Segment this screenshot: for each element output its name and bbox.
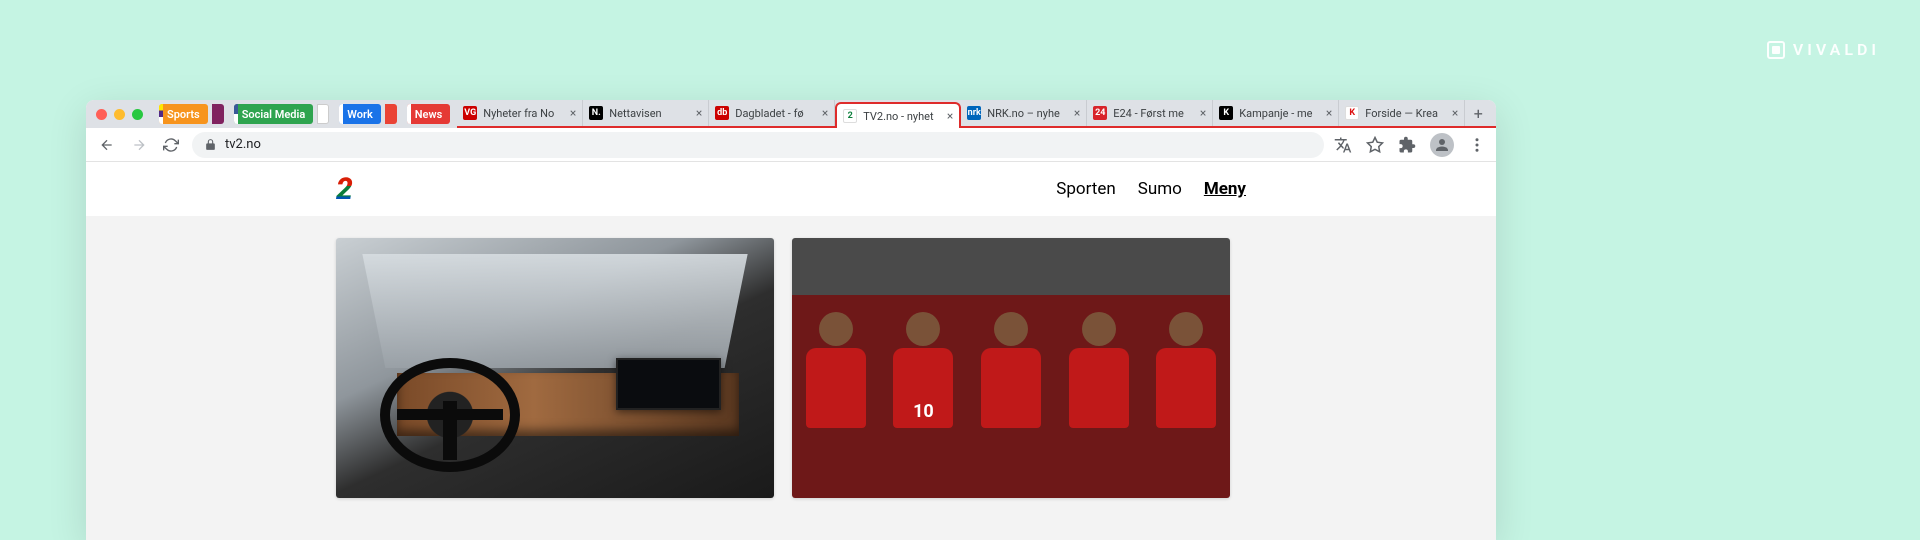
kebab-menu-icon[interactable] bbox=[1468, 136, 1486, 154]
bookmark-icon[interactable] bbox=[1366, 136, 1384, 154]
tab-title: Nettavisen bbox=[609, 107, 690, 120]
player: 10 bbox=[888, 312, 958, 498]
url-text: tv2.no bbox=[225, 137, 261, 152]
favicon-tv2: 2 bbox=[843, 109, 857, 123]
stack-peek-sports[interactable] bbox=[212, 104, 224, 124]
tabs-row: VG Nyheter fra No × N. Nettavisen × db Dagbla… bbox=[457, 100, 1496, 128]
favicon-kreativt: K bbox=[1345, 106, 1359, 120]
stack-peek-social[interactable] bbox=[317, 104, 329, 124]
article-card-football[interactable]: 10 bbox=[792, 238, 1230, 498]
address-bar-row: tv2.no bbox=[86, 128, 1496, 162]
tv2-logo[interactable]: 2 bbox=[336, 172, 353, 207]
tab-tv2-active[interactable]: 2 TV2.no - nyhet × bbox=[835, 102, 961, 128]
car-windshield bbox=[362, 254, 747, 368]
forward-button[interactable] bbox=[128, 134, 150, 156]
tab-stack-news[interactable]: News bbox=[407, 104, 450, 124]
close-tab-icon[interactable]: × bbox=[570, 106, 576, 120]
close-window-button[interactable] bbox=[96, 109, 107, 120]
close-tab-icon[interactable]: × bbox=[1326, 106, 1332, 120]
stack-label: Work bbox=[347, 108, 372, 121]
close-tab-icon[interactable]: × bbox=[1452, 106, 1458, 120]
tab-title: Nyheter fra No bbox=[483, 107, 564, 120]
tab-nettavisen[interactable]: N. Nettavisen × bbox=[583, 100, 709, 126]
lock-icon bbox=[204, 138, 217, 151]
favicon-dagbladet: db bbox=[715, 106, 729, 120]
close-tab-icon[interactable]: × bbox=[696, 106, 702, 120]
reload-button[interactable] bbox=[160, 134, 182, 156]
vivaldi-watermark: VIVALDI bbox=[1767, 40, 1880, 59]
jersey-number: 10 bbox=[893, 401, 953, 422]
tab-stack-work[interactable]: Work bbox=[339, 104, 380, 124]
vivaldi-text: VIVALDI bbox=[1793, 40, 1880, 59]
menu-meny[interactable]: Meny bbox=[1204, 179, 1246, 199]
toolbar-right bbox=[1334, 133, 1486, 157]
article-cards: 10 bbox=[86, 216, 1496, 498]
tab-stack-sports[interactable]: Sports bbox=[159, 104, 208, 124]
favicon-nettavisen: N. bbox=[589, 106, 603, 120]
player bbox=[801, 312, 871, 498]
tab-stack-social-media[interactable]: Social Media bbox=[234, 104, 314, 124]
vivaldi-icon bbox=[1767, 41, 1785, 59]
close-tab-icon[interactable]: × bbox=[1200, 106, 1206, 120]
tab-title: TV2.no - nyhet bbox=[863, 110, 941, 123]
menu-sporten[interactable]: Sporten bbox=[1056, 179, 1115, 199]
car-infotainment bbox=[616, 358, 721, 410]
tab-e24[interactable]: 24 E24 - Først me × bbox=[1087, 100, 1213, 126]
profile-avatar[interactable] bbox=[1430, 133, 1454, 157]
url-bar[interactable]: tv2.no bbox=[192, 132, 1324, 158]
tab-kreativt[interactable]: K Forside — Krea × bbox=[1339, 100, 1465, 126]
menu-sumo[interactable]: Sumo bbox=[1138, 179, 1182, 199]
stack-label: Sports bbox=[167, 108, 200, 121]
stack-label: Social Media bbox=[242, 108, 306, 121]
tab-dagbladet[interactable]: db Dagbladet - fø × bbox=[709, 100, 835, 126]
tab-title: Forside — Krea bbox=[1365, 107, 1446, 120]
page-content: 2 Sporten Sumo Meny 10 bbox=[86, 162, 1496, 540]
player bbox=[976, 312, 1046, 498]
favicon-e24: 24 bbox=[1093, 106, 1107, 120]
translate-icon[interactable] bbox=[1334, 136, 1352, 154]
stack-peek-work[interactable] bbox=[385, 104, 397, 124]
site-menu: Sporten Sumo Meny bbox=[1056, 179, 1246, 199]
tab-nyheter-vg[interactable]: VG Nyheter fra No × bbox=[457, 100, 583, 126]
article-card-car[interactable] bbox=[336, 238, 774, 498]
close-tab-icon[interactable]: × bbox=[1074, 106, 1080, 120]
minimize-window-button[interactable] bbox=[114, 109, 125, 120]
car-steering-wheel bbox=[380, 358, 520, 472]
close-tab-icon[interactable]: × bbox=[947, 109, 953, 123]
maximize-window-button[interactable] bbox=[132, 109, 143, 120]
site-header: 2 Sporten Sumo Meny bbox=[86, 162, 1496, 216]
tab-title: Kampanje - me bbox=[1239, 107, 1320, 120]
player-group: 10 bbox=[792, 312, 1230, 498]
tab-title: E24 - Først me bbox=[1113, 107, 1194, 120]
player bbox=[1151, 312, 1221, 498]
tab-bar: Sports Social Media Work News VG Nyheter … bbox=[86, 100, 1496, 128]
favicon-nrk: nrk bbox=[967, 106, 981, 120]
browser-window: Sports Social Media Work News VG Nyheter … bbox=[86, 100, 1496, 540]
favicon-vg: VG bbox=[463, 106, 477, 120]
window-controls bbox=[96, 109, 153, 120]
extensions-icon[interactable] bbox=[1398, 136, 1416, 154]
new-tab-button[interactable]: + bbox=[1465, 100, 1491, 126]
tab-kampanje[interactable]: K Kampanje - me × bbox=[1213, 100, 1339, 126]
tab-title: Dagbladet - fø bbox=[735, 107, 816, 120]
player bbox=[1064, 312, 1134, 498]
favicon-kampanje: K bbox=[1219, 106, 1233, 120]
back-button[interactable] bbox=[96, 134, 118, 156]
tab-nrk[interactable]: nrk NRK.no – nyhe × bbox=[961, 100, 1087, 126]
tab-title: NRK.no – nyhe bbox=[987, 107, 1068, 120]
stack-label: News bbox=[415, 108, 442, 121]
close-tab-icon[interactable]: × bbox=[822, 106, 828, 120]
